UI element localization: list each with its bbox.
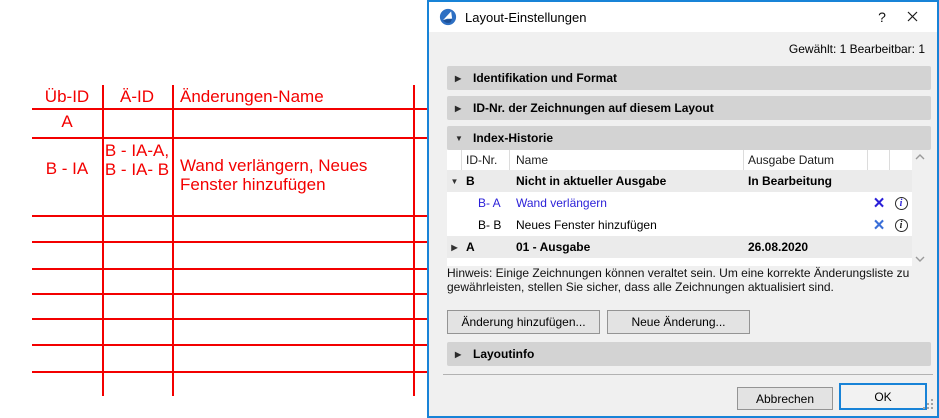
table-header-row: ID-Nr. Name Ausgabe Datum	[447, 150, 912, 170]
grid-line	[32, 108, 427, 110]
row-id: B- A	[478, 196, 501, 210]
grid-line	[32, 137, 427, 139]
row-name: Neues Fenster hinzufügen	[516, 218, 657, 232]
collapse-icon[interactable]: ▼	[451, 177, 459, 186]
footer-divider	[443, 374, 933, 375]
grid-line	[32, 293, 427, 295]
table-row-change-b-b[interactable]: B- B Neues Fenster hinzufügen × i	[447, 214, 912, 236]
chevron-down-icon: ▼	[455, 133, 463, 143]
panel-id-nr-zeichnungen[interactable]: ▶ ID-Nr. der Zeichnungen auf diesem Layo…	[447, 96, 931, 120]
rev-col-header-ueb-id: Üb-ID	[44, 87, 90, 106]
column-header-info	[890, 150, 912, 170]
delete-change-icon[interactable]: ×	[873, 194, 884, 213]
panel-label: ID-Nr. der Zeichnungen auf diesem Layout	[473, 101, 714, 115]
grid-line	[32, 268, 427, 270]
layout-settings-dialog: Layout-Einstellungen ? Gewählt: 1 Bearbe…	[427, 0, 939, 418]
scroll-down-icon	[915, 256, 925, 262]
close-icon[interactable]	[897, 9, 927, 25]
archicad-icon	[439, 8, 457, 26]
row-name: Wand verlängern	[516, 196, 607, 210]
vertical-scrollbar[interactable]	[912, 150, 928, 266]
rev-col-header-ae-id: Ä-ID	[120, 87, 154, 106]
row-date: 26.08.2020	[748, 240, 809, 254]
column-header-delete	[868, 150, 890, 170]
info-icon[interactable]: i	[894, 196, 908, 210]
change-buttons-row: Änderung hinzufügen... Neue Änderung...	[447, 310, 750, 334]
chevron-right-icon: ▶	[455, 73, 462, 83]
grid-line	[32, 371, 427, 373]
row-name: Nicht in aktueller Ausgabe	[516, 174, 667, 188]
table-row-index-b[interactable]: ▼ B Nicht in aktueller Ausgabe In Bearbe…	[447, 170, 912, 192]
chevron-right-icon: ▶	[455, 349, 462, 359]
rev-col-header-name: Änderungen-Name	[180, 87, 324, 106]
row-name: 01 - Ausgabe	[516, 240, 591, 254]
chevron-right-icon: ▶	[455, 103, 462, 113]
grid-line	[32, 215, 427, 217]
expand-icon[interactable]: ▶	[451, 243, 457, 252]
panel-index-historie[interactable]: ▼ Index-Historie	[447, 126, 931, 150]
rev-cell-b-ae-id: B - IA-A, B - IA- B	[104, 141, 170, 179]
panel-layoutinfo[interactable]: ▶ Layoutinfo	[447, 342, 931, 366]
add-change-button[interactable]: Änderung hinzufügen...	[447, 310, 600, 334]
rev-cell-b-ueb-id: B - IA	[45, 159, 89, 178]
ok-button[interactable]: OK	[839, 383, 927, 410]
rev-cell-b-name: Wand verlängern, Neues Fenster hinzufüge…	[180, 156, 373, 194]
row-id: B	[466, 174, 475, 188]
rev-cell-a-ueb-id: A	[61, 112, 73, 131]
info-icon[interactable]: i	[894, 218, 908, 232]
hint-text: Hinweis: Einige Zeichnungen können veral…	[447, 266, 910, 294]
expander-column-header	[447, 150, 462, 170]
row-id: A	[466, 240, 475, 254]
cancel-button[interactable]: Abbrechen	[737, 387, 833, 410]
index-history-table: ID-Nr. Name Ausgabe Datum ▼ B Nicht in a…	[447, 150, 928, 266]
panel-label: Index-Historie	[473, 131, 554, 145]
row-id: B- B	[478, 218, 502, 232]
table-row-change-b-a[interactable]: B- A Wand verlängern × i	[447, 192, 912, 214]
grid-line	[32, 241, 427, 243]
grid-line	[32, 318, 427, 320]
grid-line	[32, 344, 427, 346]
table-row-index-a[interactable]: ▶ A 01 - Ausgabe 26.08.2020	[447, 236, 912, 258]
resize-grip[interactable]	[923, 399, 934, 413]
dialog-title: Layout-Einstellungen	[465, 9, 587, 25]
grid-line	[172, 85, 174, 396]
selection-status: Gewählt: 1 Bearbeitbar: 1	[788, 42, 925, 56]
help-button[interactable]: ?	[867, 9, 897, 25]
row-status: In Bearbeitung	[748, 174, 833, 188]
delete-change-icon[interactable]: ×	[873, 216, 884, 235]
scroll-up-icon	[915, 154, 925, 160]
column-header-date: Ausgabe Datum	[744, 150, 868, 170]
column-header-name: Name	[510, 150, 744, 170]
column-header-id: ID-Nr.	[462, 150, 510, 170]
panel-label: Identifikation und Format	[473, 71, 617, 85]
new-change-button[interactable]: Neue Änderung...	[607, 310, 750, 334]
grid-line	[413, 85, 415, 396]
dialog-titlebar: Layout-Einstellungen ?	[429, 2, 937, 32]
panel-identifikation-und-format[interactable]: ▶ Identifikation und Format	[447, 66, 931, 90]
panel-label: Layoutinfo	[473, 347, 535, 361]
grid-line	[102, 85, 104, 396]
